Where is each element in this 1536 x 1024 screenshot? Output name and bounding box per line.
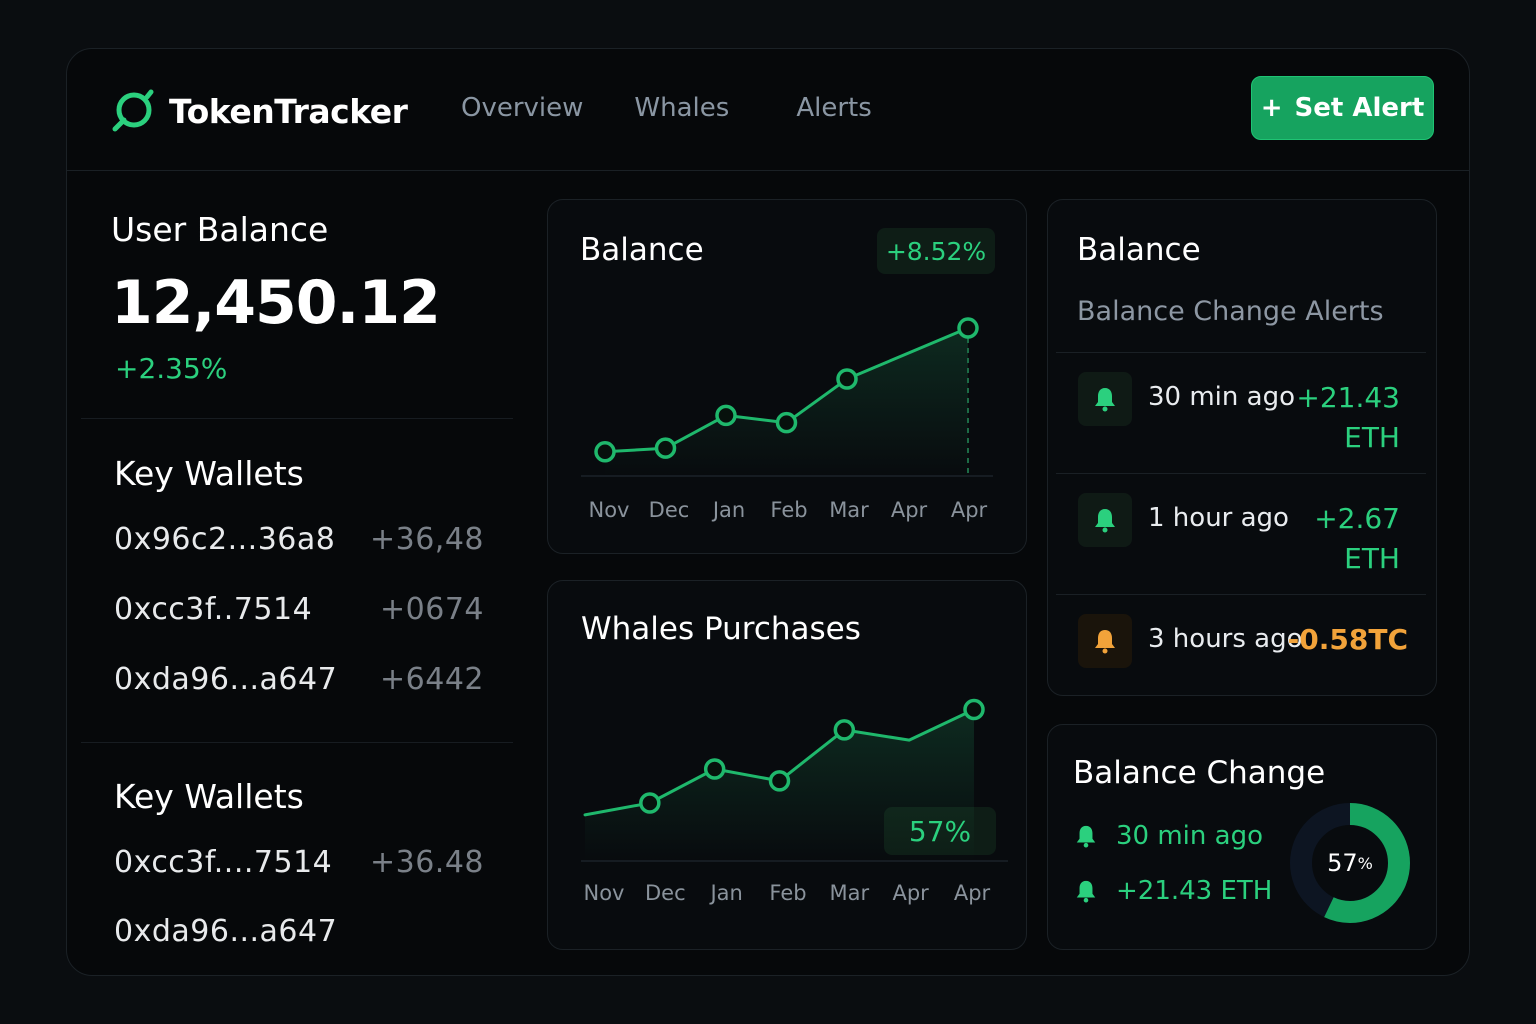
alert-item[interactable]: 30 min ago +21.43 ETH [1056,352,1426,473]
alerts-title: Balance [1077,232,1201,268]
bell-icon [1076,825,1096,848]
donut-value: 57 [1327,849,1358,877]
alert-item[interactable]: 1 hour ago +2.67 ETH [1056,473,1426,594]
nav-overview[interactable]: Overview [461,93,583,123]
wallet-value: +6442 [380,662,484,697]
x-tick-label: Apr [890,498,928,522]
wallet-address: 0xcc3f..7514 [114,592,313,627]
bell-icon [1078,372,1132,426]
nav-alerts[interactable]: Alerts [796,93,871,123]
divider [1056,473,1426,474]
alert-amount-unit: ETH [1344,542,1400,575]
x-tick-label: Apr [892,881,929,905]
set-alert-button[interactable]: + Set Alert [1251,76,1434,140]
data-point[interactable] [963,698,985,721]
x-tick-label: Feb [769,881,807,905]
x-tick-label: Mar [829,881,870,905]
alert-amount-unit: ETH [1344,421,1400,454]
balance-change-amount-text: +21.43 ETH [1116,876,1273,906]
wallet-row[interactable]: 0xda96...a647 +6442 [114,662,484,702]
alert-time: 30 min ago [1148,382,1295,412]
alert-item[interactable]: 3 hours ago -0.58TC [1056,594,1426,695]
data-point[interactable] [703,758,726,780]
divider [1056,594,1426,595]
wallet-address: 0x96c2...36a8 [114,522,336,557]
data-point[interactable] [775,411,798,434]
wallet-row[interactable]: 0xcc3f..7514 +0674 [114,592,484,632]
data-point[interactable] [833,719,856,741]
x-axis-labels: Nov Dec Jan Feb Mar Apr Apr [548,498,1026,528]
key-wallets-title: Key Wallets [114,454,304,493]
x-axis-labels: Nov Dec Jan Feb Mar Apr Apr [548,881,1026,911]
x-tick-label: Jan [712,498,746,522]
balance-change-title: Balance Change [1073,755,1326,791]
wallet-row[interactable]: 0xda96...a647 [114,914,484,954]
balance-change-time: 30 min ago [1074,821,1263,851]
bell-icon [1095,388,1115,412]
nav-whales[interactable]: Whales [634,93,729,123]
alerts-card: Balance Balance Change Alerts 30 min ago… [1047,199,1437,696]
logo-icon [112,89,154,132]
bell-icon [1076,880,1096,903]
alerts-subtitle: Balance Change Alerts [1077,296,1384,327]
wallet-address: 0xda96...a647 [114,662,338,697]
whales-chart-card: Whales Purchases 57% NovDecJanFebMarAprA… [547,580,1027,950]
wallet-value: +36,48 [369,522,484,557]
alert-time: 3 hours ago [1148,624,1303,654]
data-point[interactable] [715,404,737,427]
x-tick-label: Apr [950,498,988,522]
wallet-value: +36.48 [369,845,484,880]
key-wallets-title: Key Wallets [114,777,304,816]
plus-icon: + [1260,93,1283,123]
alert-amount-value: +2.67 [1314,502,1400,535]
x-tick-label: Mar [829,498,869,522]
x-tick-label: Apr [953,881,991,905]
balance-change-card: Balance Change 30 min ago +21.43 ETH 57% [1047,724,1437,950]
bell-icon [1078,614,1132,668]
donut-unit: % [1357,853,1373,873]
data-point[interactable] [768,770,791,792]
x-tick-label: Nov [588,498,630,522]
x-tick-label: Jan [710,881,743,905]
data-point[interactable] [957,317,979,339]
data-point[interactable] [836,368,858,390]
data-point[interactable] [639,792,661,814]
x-tick-label: Nov [583,881,625,905]
user-balance-change: +2.35% [115,352,228,385]
wallet-address: 0xda96...a647 [114,914,338,949]
alert-amount: +2.67 ETH [1314,499,1400,579]
user-balance-title: User Balance [111,210,329,249]
main-nav: Overview Whales Alerts [461,93,872,123]
balance-chart-card: Balance +8.52% Nov Dec Jan Feb Mar Apr Apr [547,199,1027,554]
alert-amount: -0.58TC [1287,623,1408,656]
left-panel: User Balance 12,450.12 +2.35% Key Wallet… [67,172,517,975]
brand[interactable]: TokenTracker [111,89,408,133]
x-tick-label: Dec [648,498,690,522]
alert-amount-value: +21.43 [1296,381,1400,414]
app-window: TokenTracker Overview Whales Alerts + Se… [66,48,1470,976]
divider [1056,352,1426,353]
alert-time: 1 hour ago [1148,503,1289,533]
balance-change-time-text: 30 min ago [1116,821,1263,851]
donut-label: 57% [1288,801,1412,925]
wallet-address: 0xcc3f....7514 [114,845,333,880]
data-point[interactable] [654,437,677,459]
bell-icon [1095,630,1115,654]
wallet-row[interactable]: 0xcc3f....7514 +36.48 [114,845,484,885]
user-balance-value: 12,450.12 [111,268,441,338]
divider [81,418,513,419]
brand-name: TokenTracker [169,91,408,131]
wallet-row[interactable]: 0x96c2...36a8 +36,48 [114,522,484,562]
set-alert-label: Set Alert [1294,93,1425,123]
x-tick-label: Dec [645,881,686,905]
wallet-value: +0674 [380,592,484,627]
divider [81,742,513,743]
bell-icon [1095,509,1115,533]
bell-icon [1078,493,1132,547]
balance-change-amount: +21.43 ETH [1074,876,1272,906]
alert-amount: +21.43 ETH [1296,378,1400,458]
x-tick-label: Feb [770,498,808,522]
top-bar: TokenTracker Overview Whales Alerts + Se… [67,49,1469,171]
data-point[interactable] [594,441,616,463]
